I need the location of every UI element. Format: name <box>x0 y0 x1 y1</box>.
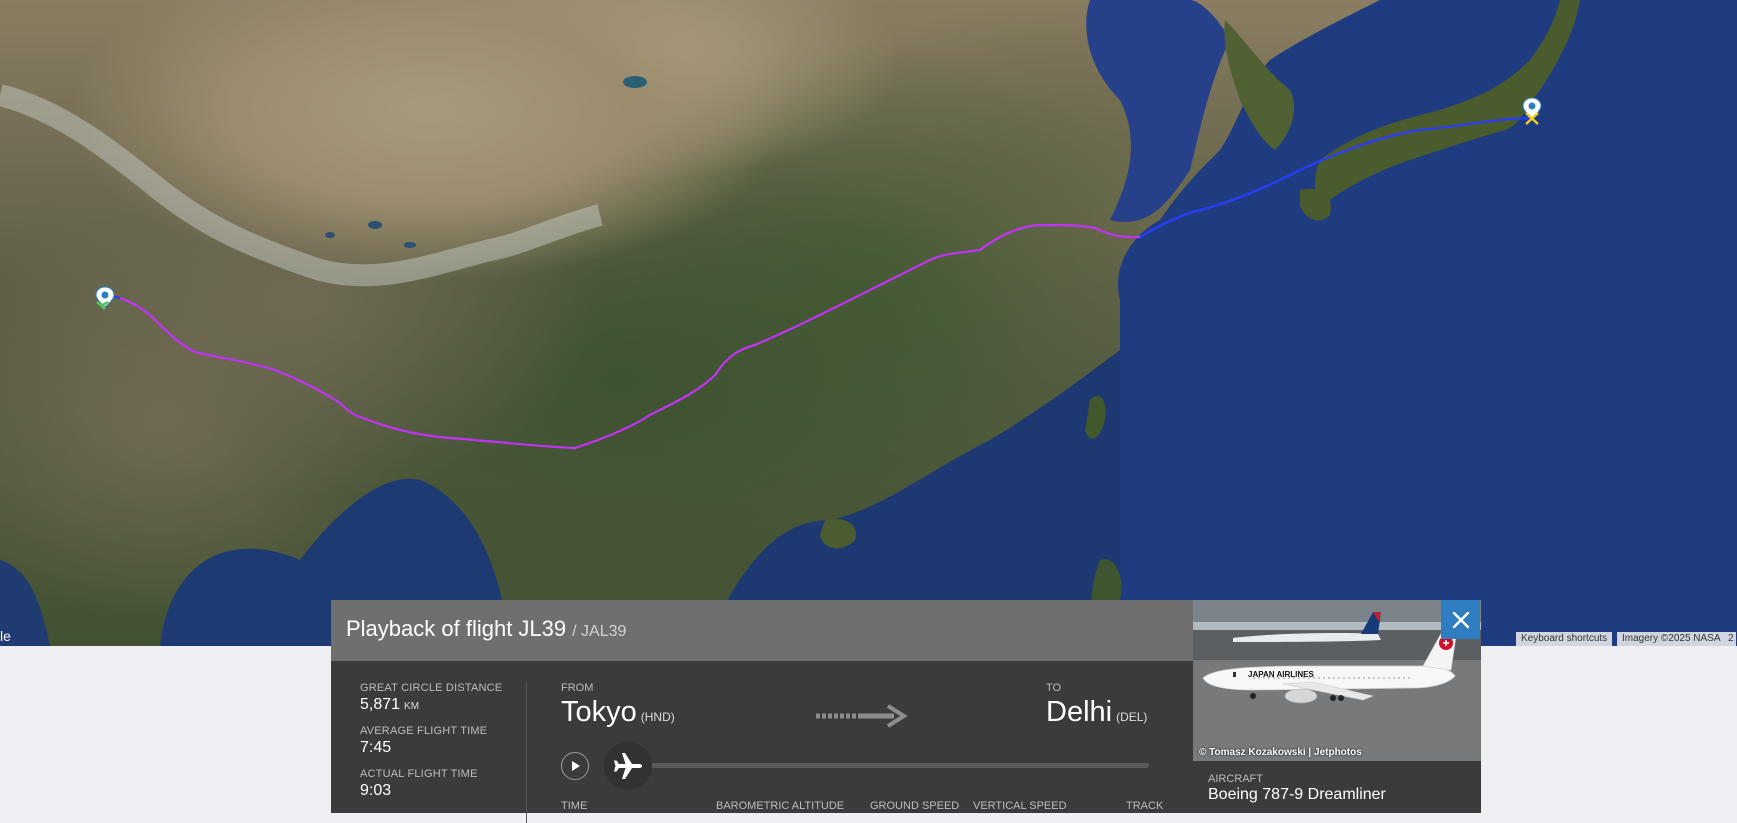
pacific-ocean <box>1118 0 1737 646</box>
aircraft-photo[interactable]: JAPAN AIRLINES © Tomasz Kozakowski | Jet… <box>1193 600 1481 761</box>
origin-iata: (HND) <box>640 710 675 724</box>
mountain-range <box>0 84 603 287</box>
origin-city-name: Tokyo <box>561 696 637 728</box>
stat-label: GREAT CIRCLE DISTANCE <box>360 682 503 694</box>
stat-value: 5,871 KM <box>360 696 530 714</box>
destination-city: Delhi (DEL) <box>1046 696 1147 729</box>
stat-value: 9:03 <box>360 782 392 799</box>
flight-title: Playback of flight JL39 <box>346 616 567 641</box>
origin-city: Tokyo (HND) <box>561 696 675 729</box>
column-barometric-altitude: BAROMETRIC ALTITUDE <box>716 800 845 812</box>
panel-body: GREAT CIRCLE DISTANCE 5,871 KM AVERAGE FL… <box>331 661 1194 823</box>
terms-link[interactable]: 2 <box>1726 632 1736 646</box>
aircraft-card: JAPAN AIRLINES © Tomasz Kozakowski | Jet… <box>1193 600 1481 813</box>
keyboard-shortcuts-link[interactable]: Keyboard shortcuts <box>1516 632 1613 646</box>
map-logo-fragment: le <box>0 628 11 644</box>
imagery-attribution: Imagery ©2025 NASA <box>1617 632 1726 646</box>
actual-flight-time: ACTUAL FLIGHT TIME 9:03 <box>360 768 530 800</box>
aircraft-type: Boeing 787-9 Dreamliner <box>1208 786 1386 803</box>
distance-value: 5,871 <box>360 696 401 713</box>
map-terrain <box>0 0 1737 646</box>
flight-stats: GREAT CIRCLE DISTANCE 5,871 KM AVERAGE FL… <box>360 682 530 811</box>
play-icon <box>572 761 580 771</box>
playback-track[interactable] <box>611 763 1149 768</box>
lake <box>368 221 382 229</box>
from-label: FROM <box>561 682 594 694</box>
flight-map[interactable]: le Keyboard shortcuts Imagery ©2025 NASA… <box>0 0 1737 646</box>
great-circle-distance: GREAT CIRCLE DISTANCE 5,871 KM <box>360 682 530 714</box>
flight-callsign: / JAL39 <box>572 623 627 640</box>
aircraft-label: AIRCRAFT <box>1208 773 1263 785</box>
divider <box>526 683 527 823</box>
lake <box>325 232 335 238</box>
stat-label: ACTUAL FLIGHT TIME <box>360 768 478 780</box>
destination-iata: (DEL) <box>1116 710 1148 724</box>
column-ground-speed: GROUND SPEED <box>870 800 960 812</box>
playback-panel: Playback of flight JL39 / JAL39 GREAT CIR… <box>331 600 1481 823</box>
average-flight-time: AVERAGE FLIGHT TIME 7:45 <box>360 725 530 757</box>
lake <box>623 76 647 88</box>
lake <box>404 242 416 248</box>
route-arrow-icon <box>812 703 912 734</box>
destination-block: TO Delhi (DEL) <box>1046 682 1147 729</box>
column-vertical-speed: VERTICAL SPEED <box>973 800 1067 812</box>
stat-label: AVERAGE FLIGHT TIME <box>360 725 488 737</box>
playback-slider-handle[interactable] <box>604 742 652 790</box>
panel-header: Playback of flight JL39 / JAL39 <box>331 600 1194 661</box>
delhi-marker-icon[interactable] <box>95 286 115 310</box>
close-icon <box>1452 611 1469 628</box>
to-label: TO <box>1046 682 1062 694</box>
distance-unit: KM <box>404 701 420 712</box>
column-time: TIME <box>561 800 588 812</box>
panel-title: Playback of flight JL39 / JAL39 <box>346 616 626 642</box>
photo-credit[interactable]: © Tomasz Kozakowski | Jetphotos <box>1199 747 1362 758</box>
stat-value: 7:45 <box>360 739 392 756</box>
play-button[interactable] <box>561 752 589 780</box>
close-button[interactable] <box>1441 600 1480 639</box>
destination-city-name: Delhi <box>1046 696 1113 728</box>
origin-block: FROM Tokyo (HND) <box>561 682 675 729</box>
aircraft-photo-image: JAPAN AIRLINES <box>1193 600 1481 761</box>
column-track: TRACK <box>1126 800 1164 812</box>
airplane-icon <box>614 753 642 779</box>
